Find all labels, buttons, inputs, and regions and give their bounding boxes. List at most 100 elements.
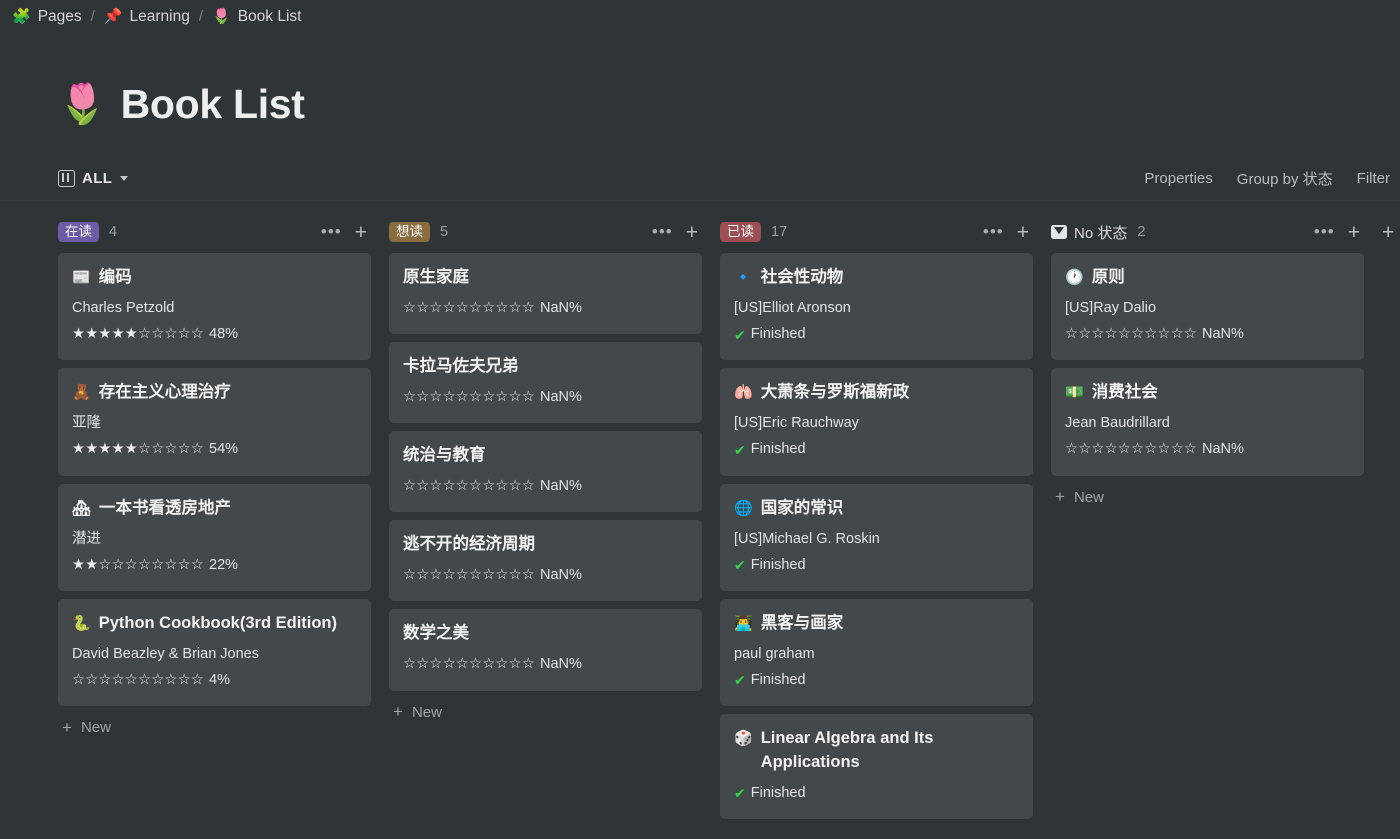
- newspaper-icon: 📰: [72, 269, 91, 286]
- column-status-badge[interactable]: 已读: [720, 221, 761, 243]
- column-more-button[interactable]: •••: [321, 223, 342, 240]
- card-progress-percent: 22%: [209, 556, 239, 573]
- column-actions: ••• +: [983, 222, 1029, 243]
- tulip-icon: 🌷: [58, 83, 107, 126]
- technologist-icon: 👨‍💻: [734, 614, 753, 632]
- snake-icon: 🐍: [72, 614, 91, 632]
- star-rating: ☆☆☆☆☆☆☆☆☆☆: [1065, 326, 1197, 343]
- add-new-card-button[interactable]: + New: [389, 691, 702, 721]
- card-title: 数学之美: [403, 624, 469, 643]
- teddy-bear-icon: 🧸: [72, 384, 91, 402]
- breadcrumb-item-1[interactable]: 🧩 Pages: [12, 8, 82, 26]
- board-card[interactable]: 卡拉马佐夫兄弟 ☆☆☆☆☆☆☆☆☆☆ NaN%: [389, 342, 702, 424]
- column-status-badge[interactable]: 在读: [58, 221, 99, 243]
- add-new-card-button[interactable]: + New: [58, 706, 371, 737]
- card-author: [US]Eric Rauchway: [734, 415, 859, 432]
- column-more-button[interactable]: •••: [983, 223, 1004, 240]
- add-new-card-button[interactable]: + New: [1051, 476, 1364, 506]
- star-rating: ☆☆☆☆☆☆☆☆☆☆: [403, 656, 535, 673]
- board-card[interactable]: 🧸 存在主义心理治疗 亚隆 ★★★★★☆☆☆☆☆ 54%: [58, 368, 371, 476]
- column-status-badge[interactable]: 想读: [389, 221, 430, 243]
- column-no-status-label[interactable]: No 状态: [1051, 222, 1127, 243]
- board-card[interactable]: 🫁 大萧条与罗斯福新政 [US]Eric Rauchway ✔ Finished: [720, 368, 1033, 476]
- column-more-button[interactable]: •••: [1314, 223, 1335, 240]
- board-card[interactable]: 🕐 原则 [US]Ray Dalio ☆☆☆☆☆☆☆☆☆☆ NaN%: [1051, 253, 1364, 361]
- card-title-row: 🫁 大萧条与罗斯福新政: [734, 381, 1019, 405]
- card-status-text: Finished: [750, 556, 806, 573]
- column-add-card-button[interactable]: +: [355, 222, 367, 243]
- card-title-row: 🌐 国家的常识: [734, 497, 1019, 521]
- card-title: 消费社会: [1091, 383, 1158, 402]
- card-rating: ☆☆☆☆☆☆☆☆☆☆ NaN%: [1065, 438, 1350, 461]
- puzzle-piece-icon: 🧩: [12, 8, 31, 25]
- column-card-list: 🕐 原则 [US]Ray Dalio ☆☆☆☆☆☆☆☆☆☆ NaN% 💵 消费社会 Jean …: [1051, 249, 1364, 476]
- column-add-card-button[interactable]: +: [1348, 222, 1360, 243]
- board-card[interactable]: 🔹 社会性动物 [US]Elliot Aronson ✔ Finished: [720, 253, 1033, 361]
- card-progress-percent: 48%: [209, 326, 239, 343]
- tulip-icon: 🌷: [212, 8, 231, 25]
- card-author: [US]Elliot Aronson: [734, 299, 851, 316]
- board-card[interactable]: 🏘 一本书看透房地产 潜进 ★★☆☆☆☆☆☆☆☆ 22%: [58, 483, 371, 591]
- card-title-row: 📰 编码: [72, 266, 357, 290]
- card-progress-percent: NaN%: [540, 656, 582, 673]
- lungs-icon: 🫁: [734, 384, 753, 402]
- card-title-row: 💵 消费社会: [1065, 381, 1350, 405]
- column-more-button[interactable]: •••: [652, 223, 673, 240]
- group-by-button[interactable]: Group by 状态: [1237, 168, 1333, 189]
- clock-icon: 🕐: [1065, 269, 1084, 286]
- board-card[interactable]: 🐍 Python Cookbook(3rd Edition) David Beazl…: [58, 598, 371, 707]
- board-card[interactable]: 💵 消费社会 Jean Baudrillard ☆☆☆☆☆☆☆☆☆☆ NaN%: [1051, 368, 1364, 476]
- dice-icon: 🎲: [734, 730, 753, 748]
- view-selector-all[interactable]: ALL: [58, 170, 129, 187]
- card-rating: ☆☆☆☆☆☆☆☆☆☆ NaN%: [403, 297, 688, 320]
- board-card[interactable]: 逃不开的经济周期 ☆☆☆☆☆☆☆☆☆☆ NaN%: [389, 520, 702, 602]
- column-header: No 状态 2 ••• +: [1051, 215, 1364, 249]
- board-card[interactable]: 🎲 Linear Algebra and Its Applications ✔ Fin…: [720, 714, 1033, 820]
- board-column: 在读 4 ••• + 📰 编码 Charles Petzold ★★★★★☆☆☆☆☆ 48% 🧸 存…: [58, 215, 371, 736]
- breadcrumb-item-3[interactable]: 🌷 Book List: [212, 8, 301, 26]
- card-title: Python Cookbook(3rd Edition): [98, 613, 338, 632]
- houses-icon: 🏘: [72, 499, 92, 517]
- board-card[interactable]: 📰 编码 Charles Petzold ★★★★★☆☆☆☆☆ 48%: [58, 253, 371, 361]
- filter-button[interactable]: Filter: [1357, 170, 1390, 187]
- card-author: 亚隆: [72, 415, 101, 432]
- card-title-row: 数学之美: [403, 622, 688, 646]
- breadcrumb-label: Pages: [37, 7, 82, 25]
- column-no-status-text: No 状态: [1074, 224, 1128, 242]
- board-card[interactable]: 👨‍💻 黑客与画家 paul graham ✔ Finished: [720, 598, 1033, 707]
- breadcrumb-separator: /: [90, 8, 95, 25]
- card-title-row: 🔹 社会性动物: [734, 266, 1019, 290]
- card-progress-percent: NaN%: [540, 567, 582, 584]
- chevron-down-icon: [120, 176, 129, 181]
- breadcrumb-item-2[interactable]: 📌 Learning: [104, 8, 190, 26]
- card-author: [US]Michael G. Roskin: [734, 530, 880, 547]
- card-status: ✔ Finished: [734, 782, 1019, 805]
- pushpin-icon: 📌: [103, 8, 123, 25]
- properties-button[interactable]: Properties: [1144, 170, 1212, 187]
- board-card[interactable]: 原生家庭 ☆☆☆☆☆☆☆☆☆☆ NaN%: [389, 253, 702, 335]
- plus-icon: +: [1055, 487, 1065, 507]
- column-add-card-button[interactable]: +: [1017, 222, 1029, 243]
- column-actions: ••• +: [652, 222, 698, 243]
- column-add-card-button[interactable]: +: [686, 222, 698, 243]
- card-title-row: 👨‍💻 黑客与画家: [734, 612, 1019, 636]
- page-title-row: 🌷 Book List: [58, 81, 1400, 128]
- breadcrumb-separator: /: [198, 8, 203, 25]
- card-progress-percent: NaN%: [1202, 441, 1244, 458]
- board-card[interactable]: 数学之美 ☆☆☆☆☆☆☆☆☆☆ NaN%: [389, 609, 702, 691]
- view-selector-label: ALL: [82, 170, 113, 187]
- star-rating: ☆☆☆☆☆☆☆☆☆☆: [403, 567, 535, 584]
- card-title: 一本书看透房地产: [99, 498, 232, 517]
- board-card[interactable]: 🌐 国家的常识 [US]Michael G. Roskin ✔ Finished: [720, 483, 1033, 591]
- add-column-button[interactable]: +: [1382, 222, 1394, 243]
- column-header: 已读 17 ••• +: [720, 215, 1033, 249]
- inbox-icon: [1051, 225, 1067, 239]
- card-title: 大萧条与罗斯福新政: [760, 383, 910, 402]
- board-card[interactable]: 统治与教育 ☆☆☆☆☆☆☆☆☆☆ NaN%: [389, 431, 702, 513]
- card-author: Jean Baudrillard: [1065, 415, 1170, 432]
- card-status-text: Finished: [750, 672, 806, 688]
- star-rating: ★★☆☆☆☆☆☆☆☆: [72, 556, 204, 573]
- column-card-count: 2: [1137, 224, 1146, 240]
- card-status-text: Finished: [750, 785, 806, 802]
- column-card-list: 原生家庭 ☆☆☆☆☆☆☆☆☆☆ NaN% 卡拉马佐夫兄弟 ☆☆☆☆☆☆☆☆☆☆ NaN% 统…: [389, 249, 702, 691]
